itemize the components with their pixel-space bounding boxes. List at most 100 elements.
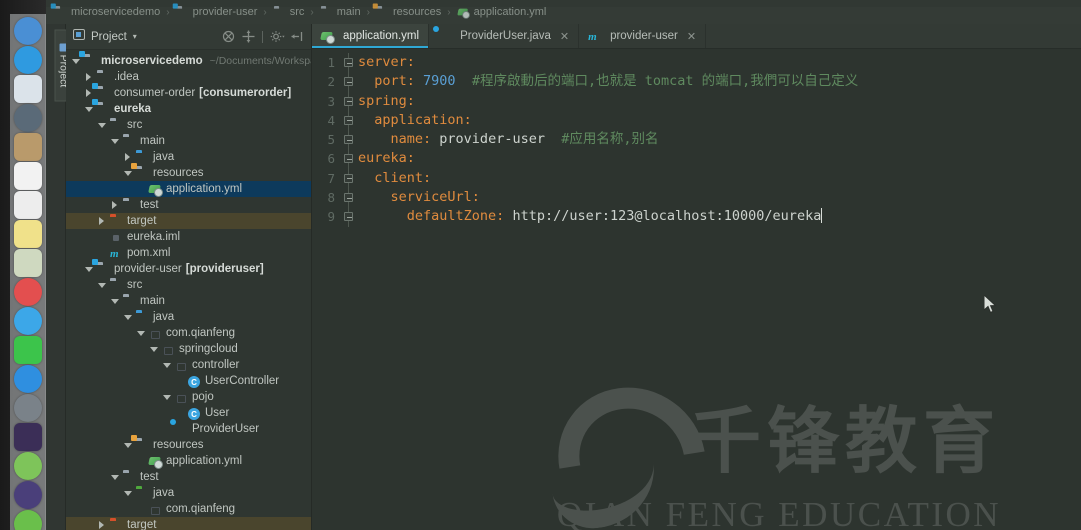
code-line[interactable]: client:	[358, 169, 1081, 188]
hide-panel-icon[interactable]	[290, 30, 303, 43]
breadcrumb-item-main[interactable]: main	[320, 6, 361, 18]
chevron-down-icon[interactable]	[85, 105, 94, 114]
chevron-down-icon[interactable]	[150, 345, 159, 354]
chevron-down-icon[interactable]	[124, 441, 133, 450]
tree-node-main[interactable]: main	[66, 133, 311, 149]
tree-node-target[interactable]: target	[66, 213, 311, 229]
tree-node-application-yml[interactable]: application.yml	[66, 453, 311, 469]
navicat-icon[interactable]	[13, 452, 42, 480]
code-line[interactable]: name: provider-user #应用名称,别名	[358, 130, 1081, 149]
chevron-down-icon[interactable]	[111, 473, 120, 482]
code-line[interactable]: application:	[358, 111, 1081, 130]
tree-node-src[interactable]: src	[66, 277, 311, 293]
fold-marker[interactable]	[340, 110, 356, 131]
chevron-down-icon[interactable]	[98, 121, 107, 130]
tree-node-consumer-order[interactable]: consumer-order [consumerorder]	[66, 83, 311, 101]
tree-node-java[interactable]: java	[66, 485, 311, 501]
chevron-down-icon[interactable]: ▾	[133, 32, 137, 41]
chevron-right-icon[interactable]	[85, 89, 94, 98]
breadcrumb-item-src[interactable]: src	[273, 6, 305, 18]
fold-marker[interactable]	[340, 53, 356, 73]
fold-marker[interactable]	[340, 168, 356, 189]
fold-marker[interactable]	[340, 188, 356, 208]
fold-marker[interactable]	[340, 72, 356, 92]
code-editor[interactable]: 1 2 3 4 5 6 7 8 9 server: port: 7900 #程序啟動后的端口,也…	[312, 49, 1081, 530]
chevron-down-icon[interactable]	[163, 393, 172, 402]
code-line[interactable]: port: 7900 #程序啟動后的端口,也就是 tomcat 的端口,我們可以…	[358, 72, 1081, 91]
project-tree[interactable]: microservicedemo ~/Documents/Workspace .id…	[66, 50, 311, 530]
tree-node-src[interactable]: src	[66, 117, 311, 133]
idea-icon[interactable]	[13, 423, 42, 451]
breadcrumb-item-provider-user[interactable]: provider-user	[172, 3, 257, 18]
photos-icon[interactable]	[13, 278, 42, 306]
contacts-icon[interactable]	[13, 133, 42, 161]
code-line[interactable]: serviceUrl:	[358, 188, 1081, 207]
chevron-right-icon[interactable]	[98, 521, 107, 530]
tree-node-java[interactable]: java	[66, 309, 311, 325]
tree-node-pojo[interactable]: pojo	[66, 389, 311, 405]
fold-marker[interactable]	[340, 207, 356, 227]
fold-marker[interactable]	[340, 91, 356, 111]
tree-node-user[interactable]: C User	[66, 405, 311, 421]
settings-icon[interactable]	[13, 394, 42, 422]
tree-node-microservicedemo[interactable]: microservicedemo ~/Documents/Workspace	[66, 51, 311, 69]
chevron-down-icon[interactable]	[124, 169, 133, 178]
tree-node-test[interactable]: test	[66, 469, 311, 485]
code-fold-gutter[interactable]	[340, 49, 356, 530]
fold-marker[interactable]	[340, 130, 356, 150]
code-line[interactable]: spring:	[358, 92, 1081, 111]
tree-node-java[interactable]: java	[66, 149, 311, 165]
safari-icon[interactable]	[13, 46, 42, 74]
editor-tab-provider-user[interactable]: m provider-user ✕	[579, 24, 707, 48]
tree-node-resources[interactable]: resources	[66, 435, 311, 453]
close-icon[interactable]: ✕	[687, 30, 696, 43]
notes-icon[interactable]	[13, 220, 42, 248]
tree-node-controller[interactable]: controller	[66, 357, 311, 373]
chevron-right-icon[interactable]	[98, 217, 107, 226]
tree-node-eureka[interactable]: eureka	[66, 99, 311, 117]
chevron-down-icon[interactable]	[124, 313, 133, 322]
tree-node-provideruser[interactable]: ProviderUser	[66, 421, 311, 437]
launchpad-icon[interactable]	[13, 75, 42, 103]
tree-node-test[interactable]: test	[66, 197, 311, 213]
collapse-all-icon[interactable]	[222, 30, 235, 43]
chevron-down-icon[interactable]	[85, 265, 94, 274]
breadcrumb-item-resources[interactable]: resources	[372, 3, 441, 18]
maps-icon[interactable]	[13, 249, 42, 277]
tree-node-pom-xml[interactable]: m pom.xml	[66, 245, 311, 261]
editor-tab-bar[interactable]: application.yml ProviderUser.java ✕ m provid…	[312, 24, 1081, 49]
chevron-down-icon[interactable]	[111, 137, 120, 146]
iterm-icon[interactable]	[13, 481, 42, 509]
tree-node-com-qianfeng[interactable]: com.qianfeng	[66, 325, 311, 341]
code-content[interactable]: server: port: 7900 #程序啟動后的端口,也就是 tomcat …	[356, 49, 1081, 530]
tree-node-application-yml[interactable]: application.yml	[66, 181, 311, 197]
tree-node-target[interactable]: target	[66, 517, 311, 530]
code-line[interactable]: server:	[358, 53, 1081, 72]
tree-node-springcloud[interactable]: springcloud	[66, 341, 311, 357]
close-icon[interactable]: ✕	[560, 30, 569, 43]
wechat-icon[interactable]	[13, 336, 42, 364]
chevron-right-icon[interactable]	[85, 73, 94, 82]
mail-icon[interactable]	[13, 104, 42, 132]
code-line[interactable]: eureka:	[358, 149, 1081, 168]
tree-node-main[interactable]: main	[66, 293, 311, 309]
android-studio-icon[interactable]	[13, 510, 42, 530]
breadcrumb[interactable]: microservicedemo › provider-user › src › main ›…	[46, 0, 1081, 24]
finder-icon[interactable]	[13, 17, 42, 45]
tree-node-resources[interactable]: resources	[66, 163, 311, 181]
calendar-icon[interactable]	[13, 162, 42, 190]
tree-node--idea[interactable]: .idea	[66, 69, 311, 85]
chevron-down-icon[interactable]	[137, 329, 146, 338]
editor-tab-application-yml[interactable]: application.yml	[312, 24, 430, 48]
tree-node-com-qianfeng[interactable]: com.qianfeng	[66, 501, 311, 517]
reminders-icon[interactable]	[13, 191, 42, 219]
tree-node-provider-user[interactable]: provider-user [provideruser]	[66, 259, 311, 277]
chevron-down-icon[interactable]	[163, 361, 172, 370]
messages-icon[interactable]	[13, 307, 42, 335]
breadcrumb-item-microservicedemo[interactable]: microservicedemo	[50, 3, 160, 18]
breadcrumb-item-application-yml[interactable]: application.yml	[457, 6, 547, 18]
chevron-down-icon[interactable]	[98, 281, 107, 290]
settings-gear-icon[interactable]	[270, 30, 285, 43]
chevron-right-icon[interactable]	[124, 153, 133, 162]
chevron-down-icon[interactable]	[72, 57, 81, 66]
